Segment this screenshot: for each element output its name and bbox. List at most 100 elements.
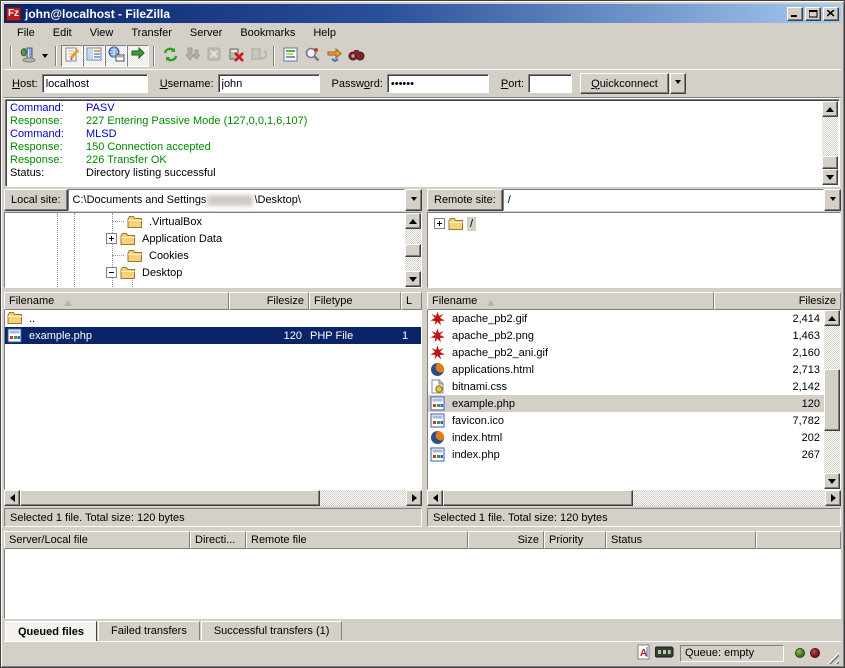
file-row-parent-dir[interactable]: ..	[5, 310, 421, 327]
scroll-up-button[interactable]	[822, 101, 838, 117]
menu-bookmarks[interactable]: Bookmarks	[231, 25, 304, 41]
local-directory-tree[interactable]: .VirtualBox Application Data Cookies Des…	[4, 212, 422, 288]
scroll-right-button[interactable]	[825, 490, 841, 506]
transfer-queue-icon	[130, 46, 147, 66]
tree-item-root[interactable]: /	[434, 215, 476, 232]
column-header-priority[interactable]: Priority	[544, 531, 606, 549]
filter-button[interactable]	[279, 45, 301, 67]
column-header-filename[interactable]: Filename	[427, 292, 714, 310]
synchronized-browsing-button[interactable]	[323, 45, 345, 67]
local-tree-scrollbar[interactable]	[405, 213, 421, 287]
close-button[interactable]	[823, 7, 839, 21]
column-header-server-local-file[interactable]: Server/Local file	[4, 531, 190, 549]
scroll-left-button[interactable]	[4, 490, 20, 506]
local-site-path[interactable]: C:\Documents and Settings\Desktop\	[68, 189, 405, 211]
scroll-down-button[interactable]	[824, 473, 840, 489]
chevron-down-icon	[411, 197, 417, 204]
collapse-icon[interactable]	[106, 267, 117, 278]
arrow-right-icon	[412, 494, 421, 502]
reconnect-button[interactable]	[247, 45, 269, 67]
resize-grip[interactable]	[826, 651, 839, 664]
tab-successful-transfers[interactable]: Successful transfers (1)	[201, 621, 343, 640]
username-input[interactable]	[218, 74, 320, 93]
tab-queued-files[interactable]: Queued files	[5, 621, 97, 641]
site-manager-dropdown[interactable]	[38, 45, 51, 67]
scrollbar-thumb[interactable]	[20, 490, 320, 506]
password-input[interactable]	[387, 74, 489, 93]
scroll-down-button[interactable]	[822, 169, 838, 185]
column-header-filesize[interactable]: Filesize	[714, 292, 841, 310]
queue-list-body[interactable]	[4, 549, 841, 619]
scrollbar-thumb[interactable]	[824, 369, 840, 431]
expand-icon[interactable]	[434, 218, 445, 229]
scroll-right-button[interactable]	[406, 490, 422, 506]
toggle-transfer-queue-button[interactable]	[127, 45, 149, 67]
toggle-local-tree-button[interactable]	[83, 45, 105, 67]
cancel-operation-button[interactable]	[203, 45, 225, 67]
file-row[interactable]: favicon.ico7,782	[428, 412, 824, 429]
tree-item-virtualbox[interactable]: .VirtualBox	[112, 213, 205, 230]
tree-item-cookies[interactable]: Cookies	[112, 247, 192, 264]
file-row-selected[interactable]: example.php 120 PHP File 1	[5, 327, 421, 344]
remote-horizontal-scrollbar[interactable]	[427, 490, 841, 506]
remote-vertical-scrollbar[interactable]	[824, 310, 840, 489]
tree-item-desktop[interactable]: Desktop	[106, 264, 185, 281]
toggle-message-log-button[interactable]	[61, 45, 83, 67]
menu-view[interactable]: View	[81, 25, 123, 41]
scroll-up-button[interactable]	[405, 213, 421, 229]
apache-file-icon	[430, 328, 446, 343]
column-header-filetype[interactable]: Filetype	[309, 292, 401, 310]
column-header-direction[interactable]: Directi...	[190, 531, 246, 549]
find-files-button[interactable]	[345, 45, 367, 67]
scrollbar-thumb[interactable]	[405, 244, 421, 257]
remote-site-path[interactable]: /	[503, 189, 824, 211]
scroll-left-button[interactable]	[427, 490, 443, 506]
quickconnect-button[interactable]: Quickconnect	[580, 73, 669, 94]
column-header-status[interactable]: Status	[606, 531, 756, 549]
menu-file[interactable]: File	[8, 25, 44, 41]
remote-directory-tree[interactable]: /	[427, 212, 841, 288]
column-header-size[interactable]: Size	[468, 531, 544, 549]
scrollbar-thumb[interactable]	[443, 490, 633, 506]
file-row[interactable]: apache_pb2_ani.gif2,160	[428, 344, 824, 361]
remote-site-dropdown[interactable]	[824, 189, 841, 211]
host-input[interactable]	[42, 74, 148, 93]
file-row-selected[interactable]: example.php120	[428, 395, 824, 412]
queue-status-panel: Queue: empty	[680, 645, 784, 662]
refresh-button[interactable]	[159, 45, 181, 67]
minimize-button[interactable]	[787, 7, 803, 21]
file-row[interactable]: bitnami.css2,142	[428, 378, 824, 395]
scrollbar-thumb[interactable]	[822, 156, 838, 169]
menu-help[interactable]: Help	[304, 25, 345, 41]
file-row[interactable]: index.php267	[428, 446, 824, 463]
file-row[interactable]: apache_pb2.png1,463	[428, 327, 824, 344]
title-bar[interactable]: Fz john@localhost - FileZilla	[4, 4, 841, 23]
menu-server[interactable]: Server	[181, 25, 231, 41]
file-row[interactable]: applications.html2,713	[428, 361, 824, 378]
column-header-filesize[interactable]: Filesize	[229, 292, 309, 310]
expand-icon[interactable]	[106, 233, 117, 244]
quickconnect-dropdown[interactable]	[670, 73, 686, 94]
maximize-button[interactable]	[805, 7, 821, 21]
menu-edit[interactable]: Edit	[44, 25, 81, 41]
directory-comparison-button[interactable]	[301, 45, 323, 67]
site-manager-button[interactable]	[16, 45, 38, 67]
column-header-lastmodified[interactable]: L	[401, 292, 422, 310]
file-row[interactable]: index.html202	[428, 429, 824, 446]
disconnect-button[interactable]	[225, 45, 247, 67]
toggle-remote-tree-button[interactable]	[105, 45, 127, 67]
local-horizontal-scrollbar[interactable]	[4, 490, 422, 506]
column-header-filename[interactable]: Filename	[4, 292, 229, 310]
tab-failed-transfers[interactable]: Failed transfers	[98, 621, 200, 640]
local-site-dropdown[interactable]	[405, 189, 422, 211]
tree-item-application-data[interactable]: Application Data	[106, 230, 225, 247]
process-queue-button[interactable]	[181, 45, 203, 67]
column-header-remote-file[interactable]: Remote file	[246, 531, 468, 549]
port-input[interactable]	[528, 74, 572, 93]
scroll-down-button[interactable]	[405, 271, 421, 287]
menu-transfer[interactable]: Transfer	[122, 25, 181, 41]
scroll-up-button[interactable]	[824, 310, 840, 326]
log-scrollbar[interactable]	[822, 101, 838, 185]
file-row[interactable]: apache_pb2.gif2,414	[428, 310, 824, 327]
filezilla-app-icon: Fz	[6, 7, 21, 21]
